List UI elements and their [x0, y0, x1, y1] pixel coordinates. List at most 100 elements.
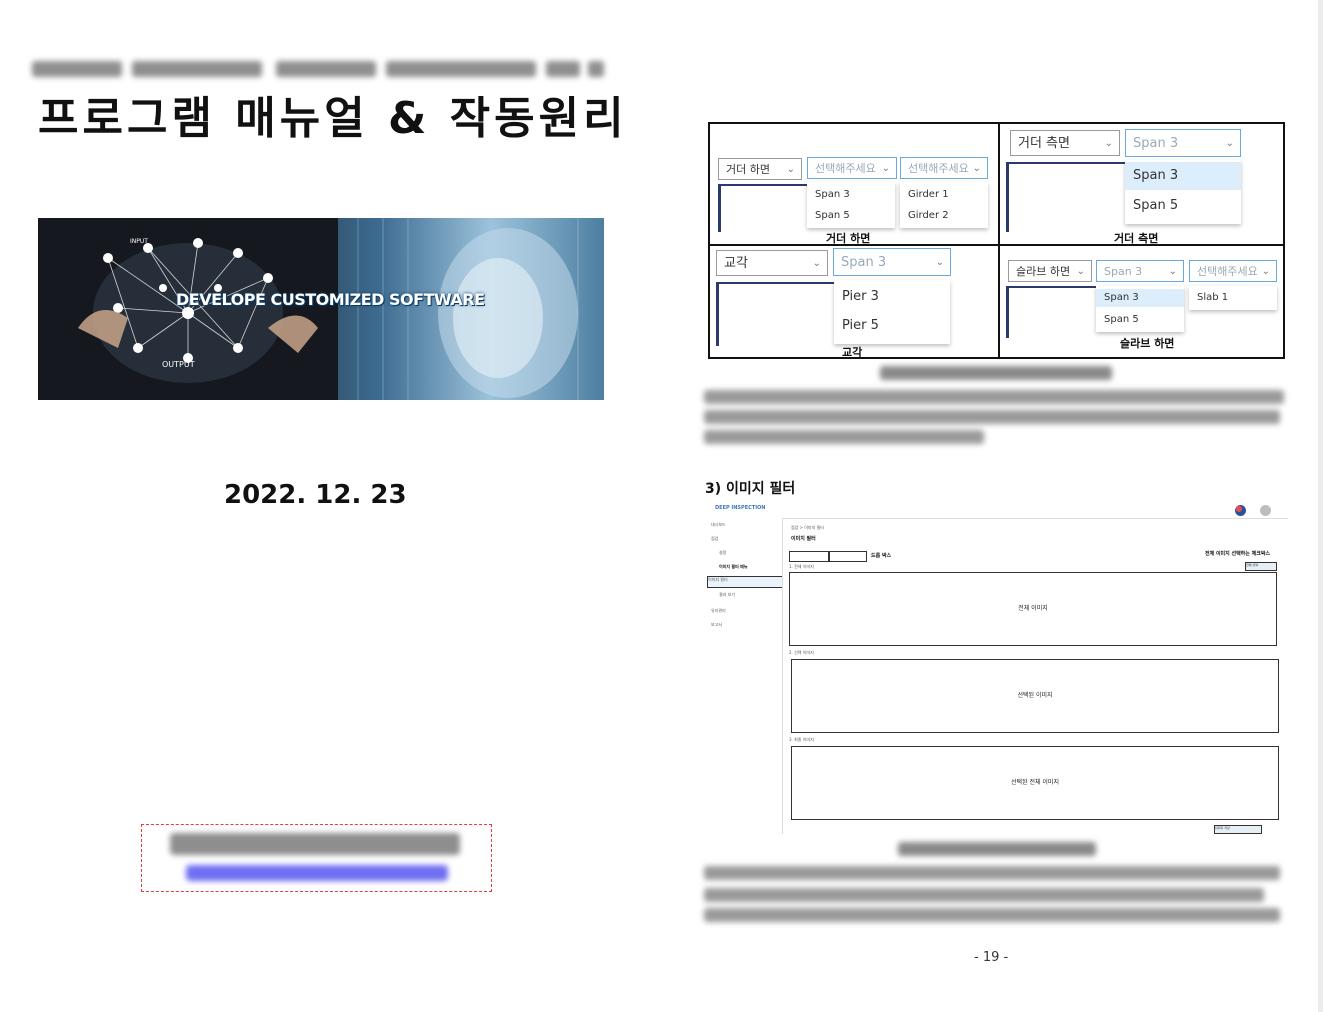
banner-input-label: INPUT: [130, 238, 148, 245]
span-select-value: Span 3: [841, 255, 887, 270]
girder-options-list: Girder 1 Girder 2: [900, 182, 988, 228]
sidebar-item-report[interactable]: 보고서: [711, 622, 781, 629]
box-label: 선택된 이미지: [1017, 692, 1053, 699]
select-all-button[interactable]: 전체 선택: [1245, 562, 1277, 571]
chevron-down-icon: ⌄: [1225, 138, 1234, 149]
app-sidebar: 대시보드 점검 설정 이미지 필터 메뉴 이미지 필터 결과 보기 유지관리 보…: [705, 518, 785, 698]
sidebar-item-settings[interactable]: 설정: [719, 550, 789, 557]
structure-select-value: 슬라브 하면: [1016, 265, 1071, 278]
girder-select-placeholder: 선택해주세요: [908, 162, 969, 175]
box-label: 전체 이미지: [1018, 605, 1048, 612]
slab-options-list: Slab 1: [1189, 286, 1277, 310]
span-option[interactable]: Span 3: [807, 186, 895, 204]
result-box: [718, 184, 811, 232]
chevron-down-icon: ⌄: [972, 163, 981, 174]
blurred-header-text: [32, 58, 604, 80]
grid-divider-horizontal: [710, 244, 1283, 246]
document-title: 프로그램 매뉴얼 & 작동원리: [38, 93, 628, 144]
sidebar-item-label: 이미지 필터: [708, 577, 728, 582]
page-title: 이미지 필터: [791, 536, 816, 542]
select-all-label: 전체 선택: [1246, 563, 1258, 567]
app-main-panel: 점검 > 이미지 필터 이미지 필터 드롭 박스 전체 이미지 선택하는 체크박…: [782, 518, 1288, 834]
span-options-list: Span 3 Span 5: [1125, 160, 1241, 224]
dropdown-figure-grid: 거더 하면 ⌄ 선택해주세요 ⌄ 선택해주세요 ⌄ Span 3 Span 5 …: [708, 122, 1285, 359]
pier-option[interactable]: Pier 5: [834, 312, 950, 340]
banner-network-graphic: [38, 218, 579, 400]
selected-images-box[interactable]: 선택된 이미지: [791, 659, 1279, 733]
dropdown-box-label: 드롭 박스: [871, 553, 892, 559]
blurred-company-link[interactable]: [186, 865, 448, 881]
sidebar-item-maintenance[interactable]: 유지관리: [711, 608, 781, 615]
checkbox-note: 전체 이미지 선택하는 체크박스: [1205, 551, 1271, 557]
section-label: 1. 전체 이미지: [789, 564, 814, 569]
grid-divider-vertical: [998, 124, 1000, 357]
blurred-figure-caption-2: [898, 842, 1096, 856]
span-option[interactable]: Span 3: [1096, 289, 1184, 307]
panel-caption: 슬라브 하면: [1120, 337, 1175, 350]
span-options-list: Span 3 Span 5: [807, 182, 895, 228]
girder-select[interactable]: 선택해주세요 ⌄: [900, 157, 988, 179]
banner-image: DEVELOPE CUSTOMIZED SOFTWARE INPUT OUTPU…: [38, 218, 604, 400]
page-number: - 19 -: [974, 950, 1009, 965]
structure-select[interactable]: 슬라브 하면 ⌄: [1008, 260, 1092, 282]
panel-caption: 교각: [842, 346, 863, 359]
filter-dropdown-1[interactable]: [789, 551, 829, 562]
chevron-down-icon: ⌄: [786, 164, 795, 175]
profile-icon[interactable]: [1260, 505, 1271, 516]
company-info-box: [141, 824, 492, 892]
span-options-list: Span 3 Span 5: [1096, 286, 1184, 332]
all-images-box[interactable]: 전체 이미지: [789, 572, 1277, 646]
document-date: 2022. 12. 23: [224, 480, 407, 510]
panel-caption: 거더 측면: [1114, 232, 1159, 245]
language-flag-icon[interactable]: [1235, 505, 1246, 516]
span-option[interactable]: Span 5: [807, 207, 895, 225]
sidebar-item-inspection[interactable]: 점검: [711, 536, 781, 543]
chevron-down-icon: ⌄: [935, 257, 944, 268]
span-option[interactable]: Span 5: [1096, 311, 1184, 329]
chevron-down-icon: ⌄: [881, 163, 890, 174]
section-heading: 3) 이미지 필터: [705, 481, 796, 497]
structure-select[interactable]: 거더 측면 ⌄: [1010, 130, 1120, 156]
span-select[interactable]: 선택해주세요 ⌄: [807, 157, 897, 179]
app-logo: DEEP INSPECTION: [715, 505, 766, 511]
girder-option[interactable]: Girder 1: [900, 186, 988, 204]
pier-options-list: Pier 3 Pier 5: [834, 280, 950, 344]
breadcrumb: 점검 > 이미지 필터: [791, 525, 824, 530]
structure-select[interactable]: 교각 ⌄: [716, 250, 828, 276]
chevron-down-icon: ⌄: [1076, 266, 1085, 277]
result-box: [716, 282, 837, 346]
span-option[interactable]: Span 3: [1125, 162, 1241, 190]
structure-select-value: 거더 측면: [1018, 136, 1070, 151]
sidebar-item-image-filter[interactable]: 이미지 필터: [707, 576, 783, 588]
structure-select[interactable]: 거더 하면 ⌄: [718, 158, 802, 180]
section-label: 2. 선택 이미지: [789, 650, 814, 655]
blurred-paragraph: [700, 386, 1290, 446]
girder-option[interactable]: Girder 2: [900, 207, 988, 225]
slab-select[interactable]: 선택해주세요 ⌄: [1189, 260, 1277, 282]
sidebar-item-dashboard[interactable]: 대시보드: [711, 522, 781, 529]
span-select[interactable]: Span 3 ⌄: [833, 248, 951, 276]
result-box: [1006, 286, 1101, 338]
final-images-box[interactable]: 선택된 전체 이미지: [791, 746, 1279, 820]
blurred-figure-caption: [880, 366, 1112, 380]
blurred-paragraph-2: [700, 862, 1290, 926]
slab-option[interactable]: Slab 1: [1189, 289, 1277, 307]
span-select-value: Span 3: [1133, 136, 1179, 151]
chevron-down-icon: ⌄: [812, 258, 821, 269]
save-images-button[interactable]: 이미지 저장: [1214, 825, 1262, 834]
save-images-label: 이미지 저장: [1215, 826, 1230, 830]
span-option[interactable]: Span 5: [1125, 192, 1241, 220]
structure-select-value: 교각: [724, 256, 748, 271]
slab-select-placeholder: 선택해주세요: [1197, 265, 1258, 278]
result-box: [1006, 162, 1127, 232]
sidebar-item-results[interactable]: 결과 보기: [719, 592, 789, 599]
span-select[interactable]: Span 3 ⌄: [1096, 260, 1184, 282]
filter-dropdown-2[interactable]: [829, 551, 867, 562]
blurred-company-name: [170, 833, 460, 855]
banner-headline: DEVELOPE CUSTOMIZED SOFTWARE: [176, 290, 485, 309]
pier-option[interactable]: Pier 3: [834, 283, 950, 311]
app-screenshot: DEEP INSPECTION 대시보드 점검 설정 이미지 필터 메뉴 이미지…: [705, 498, 1288, 838]
section-label: 3. 최종 이미지: [789, 737, 814, 742]
span-select[interactable]: Span 3 ⌄: [1125, 129, 1241, 157]
chevron-down-icon: ⌄: [1168, 266, 1177, 277]
